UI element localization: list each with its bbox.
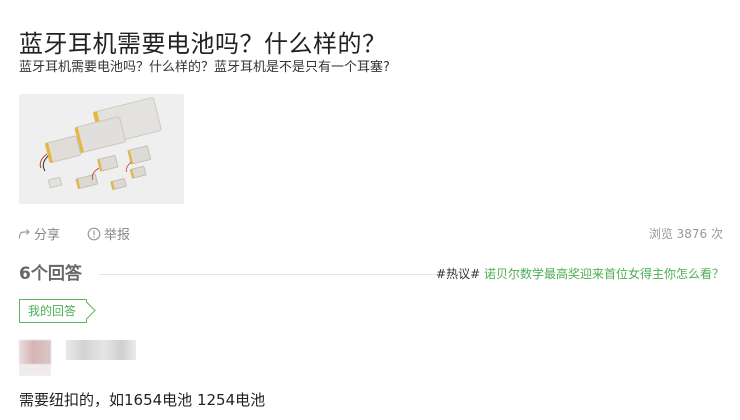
answers-header: 6个回答 #热议# 诺贝尔数学最高奖迎来首位女得主你怎么看？ — [19, 262, 724, 286]
my-answer-tab[interactable]: 我的回答 — [19, 299, 88, 323]
share-button[interactable]: 分享 — [17, 224, 60, 243]
report-label: 举报 — [104, 228, 131, 243]
share-icon — [18, 228, 30, 238]
report-button[interactable]: 举报 — [87, 224, 130, 243]
share-label: 分享 — [34, 228, 61, 243]
hot-tag: #热议# — [436, 267, 481, 281]
question-description: 蓝牙耳机需要电池吗？什么样的？蓝牙耳机是不是只有一个耳塞? — [19, 60, 390, 75]
answers-count: 6个回答 — [19, 264, 82, 284]
question-image[interactable] — [19, 94, 184, 204]
view-count: 浏览 3876 次 — [648, 227, 723, 241]
avatar[interactable] — [19, 340, 51, 376]
report-icon — [87, 227, 101, 240]
hot-topic-text: 诺贝尔数学最高奖迎来首位女得主你怎么看？ — [480, 267, 724, 281]
battery-photo — [19, 94, 184, 204]
username-blurred[interactable] — [66, 340, 136, 360]
divider — [99, 274, 449, 275]
question-title: 蓝牙耳机需要电池吗？什么样的？ — [19, 30, 387, 59]
hot-topic-link[interactable]: #热议# 诺贝尔数学最高奖迎来首位女得主你怎么看？ — [436, 264, 724, 284]
question-page: 蓝牙耳机需要电池吗？什么样的？ 蓝牙耳机需要电池吗？什么样的？蓝牙耳机是不是只有… — [0, 0, 740, 420]
answer-text: 需要纽扣的，如1654电池 1254电池 — [19, 391, 266, 409]
